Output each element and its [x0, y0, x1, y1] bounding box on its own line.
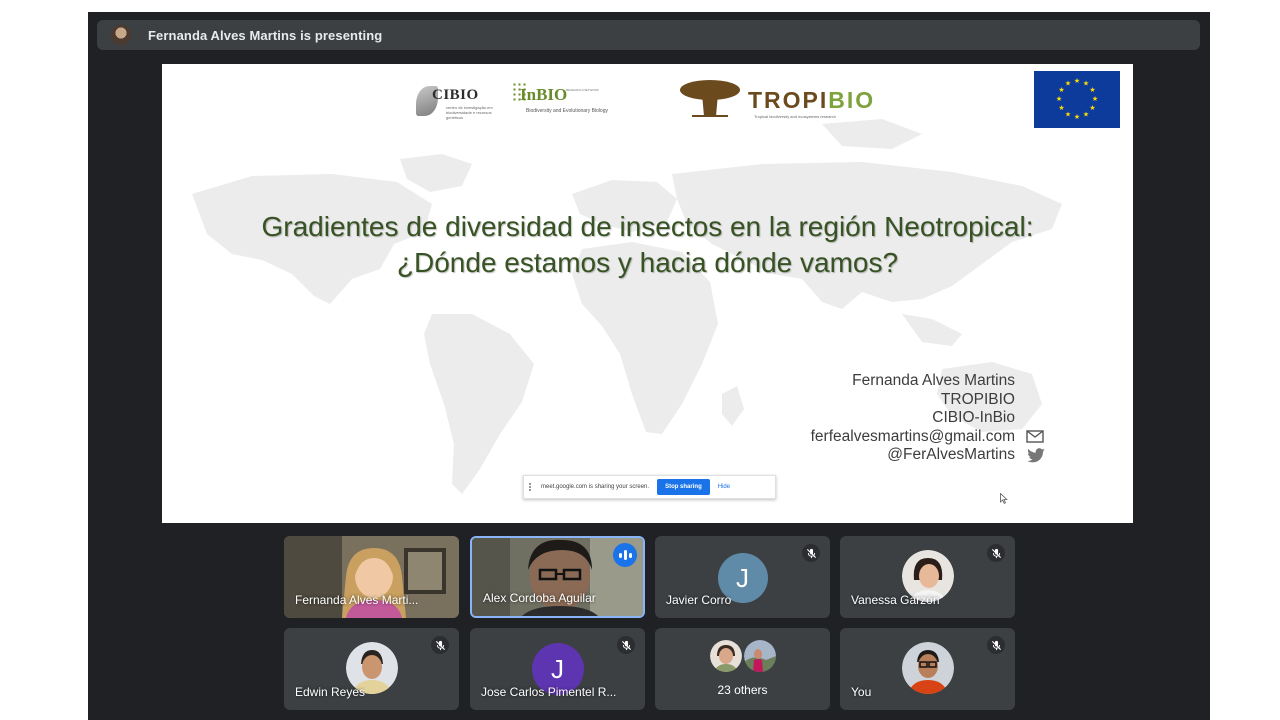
author-email: ferfealvesmartins@gmail.com: [810, 427, 1015, 445]
tropibio-logo-text: TROPIBIO: [748, 87, 876, 113]
participant-tile-edwin[interactable]: Edwin Reyes: [284, 628, 459, 710]
tropibio-logo-subtitle: Tropical biodiversity and ecosystems res…: [754, 114, 836, 119]
inbio-logo-subtitle: Biodiversity and Evolutionary Biology: [526, 108, 608, 114]
participant-tile-others[interactable]: 23 others: [655, 628, 830, 710]
avatar: [710, 640, 742, 672]
mic-off-icon: [431, 636, 449, 654]
participant-name: You: [851, 685, 872, 699]
participant-tile-fernanda[interactable]: Fernanda Alves Marti...: [284, 536, 459, 618]
author-name: Fernanda Alves Martins: [852, 372, 1015, 389]
participant-tile-alex[interactable]: Alex Cordoba Aguilar: [470, 536, 645, 618]
author-org-cibio: CIBIO-InBio: [932, 409, 1015, 426]
participant-name: Javier Corro: [666, 593, 732, 607]
cibio-logo-subtitle: centro de investigação em biodiversidade…: [446, 105, 493, 120]
others-count-label: 23 others: [717, 683, 768, 697]
svg-text:★: ★: [1056, 95, 1062, 103]
slide-title-line-2: ¿Dónde estamos y hacia dónde vamos?: [396, 247, 899, 278]
eu-flag-icon: ★ ★★ ★★★ ★★★ ★★★: [1034, 71, 1120, 128]
avatar: [744, 640, 776, 672]
slide-title-line-1: Gradientes de diversidad de insectos en …: [261, 211, 1034, 242]
mic-off-icon: [617, 636, 635, 654]
share-banner-message: meet.google.com is sharing your screen.: [541, 484, 650, 490]
svg-text:★: ★: [1074, 77, 1080, 85]
svg-text:★: ★: [1083, 111, 1089, 119]
participant-tile-vanessa[interactable]: Vanessa Garzón: [840, 536, 1015, 618]
svg-text:★: ★: [1065, 111, 1071, 119]
participant-name: Alex Cordoba Aguilar: [483, 591, 596, 605]
stop-sharing-button[interactable]: Stop sharing: [657, 479, 710, 495]
svg-text:★: ★: [1074, 113, 1080, 121]
speaking-indicator-icon: [613, 543, 637, 567]
mouse-cursor-icon: [1000, 493, 1008, 504]
svg-text:★: ★: [1058, 104, 1064, 112]
tropibio-logo: TROPIBIO Tropical biodiversity and ecosy…: [678, 78, 918, 122]
presenter-avatar: [111, 25, 131, 45]
mail-icon: [1026, 430, 1044, 443]
svg-text:★: ★: [1065, 80, 1071, 88]
svg-text:★: ★: [1083, 80, 1089, 88]
svg-text:★: ★: [1089, 104, 1095, 112]
hide-banner-button[interactable]: Hide: [718, 484, 730, 490]
participant-tile-jose-carlos[interactable]: J Jose Carlos Pimentel R...: [470, 628, 645, 710]
participant-name: Jose Carlos Pimentel R...: [481, 685, 617, 699]
twitter-icon: [1027, 448, 1045, 463]
cibio-logo: CIBIO centro de investigação em biodiver…: [416, 80, 496, 120]
mic-off-icon: [987, 544, 1005, 562]
presenting-text: Fernanda Alves Martins is presenting: [148, 27, 383, 43]
slide-title: Gradientes de diversidad de insectos en …: [162, 209, 1133, 281]
participant-tile-you[interactable]: You: [840, 628, 1015, 710]
baobab-tree-icon: [680, 80, 740, 117]
mic-off-icon: [802, 544, 820, 562]
drag-handle-icon[interactable]: [529, 483, 533, 491]
author-twitter: @FerAlvesMartins: [887, 446, 1015, 463]
author-org-tropibio: TROPIBIO: [940, 390, 1015, 408]
mic-off-icon: [987, 636, 1005, 654]
svg-text:★: ★: [1089, 86, 1095, 94]
participant-tile-javier[interactable]: J Javier Corro: [655, 536, 830, 618]
meet-window: Fernanda Alves Martins is presenting CIB…: [88, 12, 1210, 720]
participant-name: Fernanda Alves Marti...: [295, 593, 419, 607]
shared-screen-slide[interactable]: CIBIO centro de investigação em biodiver…: [162, 64, 1133, 523]
author-block: Fernanda Alves Martins TROPIBIO CIBIO-In…: [811, 372, 1015, 465]
svg-text:★: ★: [1092, 95, 1098, 103]
inbio-logo-network: RESEARCH NETWORK: [566, 88, 599, 92]
participant-name: Edwin Reyes: [295, 685, 366, 699]
svg-text:★: ★: [1058, 86, 1064, 94]
presenting-bar[interactable]: Fernanda Alves Martins is presenting: [97, 20, 1200, 50]
inbio-logo: InBIO RESEARCH NETWORK Biodiversity and …: [512, 80, 632, 120]
inbio-logo-text: InBIO: [520, 85, 568, 104]
screen-share-banner: meet.google.com is sharing your screen. …: [523, 475, 776, 499]
participant-name: Vanessa Garzón: [851, 593, 940, 607]
avatar: [901, 642, 954, 694]
cibio-logo-text: CIBIO: [432, 87, 479, 103]
